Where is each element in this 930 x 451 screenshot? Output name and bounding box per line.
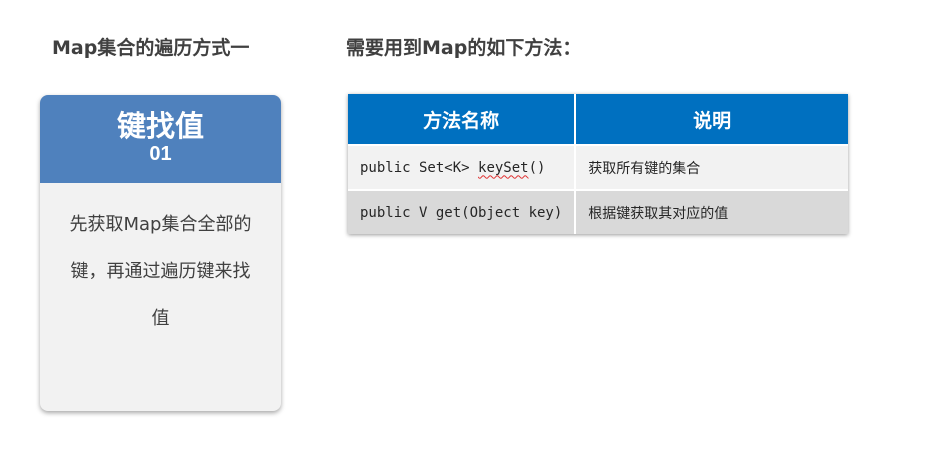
method-cell: public Set<K> keySet(): [348, 144, 577, 190]
card-description-line: 先获取Map集合全部的: [69, 214, 252, 235]
card-description-line: 键，再通过遍历键来找: [70, 261, 251, 282]
key-lookup-card: 键找值 01 先获取Map集合全部的 键，再通过遍历键来找 值: [40, 95, 281, 411]
card-description: 先获取Map集合全部的 键，再通过遍历键来找 值: [57, 201, 265, 342]
method-suffix: (): [528, 159, 546, 176]
method-name: keySet: [478, 159, 529, 176]
card-header: 键找值 01: [40, 95, 281, 183]
table-row: public V get(Object key) 根据键获取其对应的值: [348, 189, 848, 234]
method-prefix: public Set<K>: [360, 159, 479, 176]
left-heading: Map集合的遍历方式一: [52, 37, 250, 59]
description-cell: 获取所有键的集合: [575, 144, 848, 190]
card-number: 01: [149, 143, 172, 165]
header-description: 说明: [575, 94, 848, 145]
table-row: public Set<K> keySet() 获取所有键的集合: [348, 144, 848, 190]
description-cell: 根据键获取其对应的值: [575, 189, 848, 234]
card-title: 键找值: [116, 109, 204, 143]
method-cell: public V get(Object key): [348, 189, 577, 234]
right-heading: 需要用到Map的如下方法：: [346, 37, 582, 59]
method-table: 方法名称 说明 public Set<K> keySet() 获取所有键的集合 …: [348, 94, 848, 234]
header-method-name: 方法名称: [348, 94, 577, 145]
table-header-row: 方法名称 说明: [348, 94, 848, 145]
card-description-line: 值: [151, 308, 170, 329]
